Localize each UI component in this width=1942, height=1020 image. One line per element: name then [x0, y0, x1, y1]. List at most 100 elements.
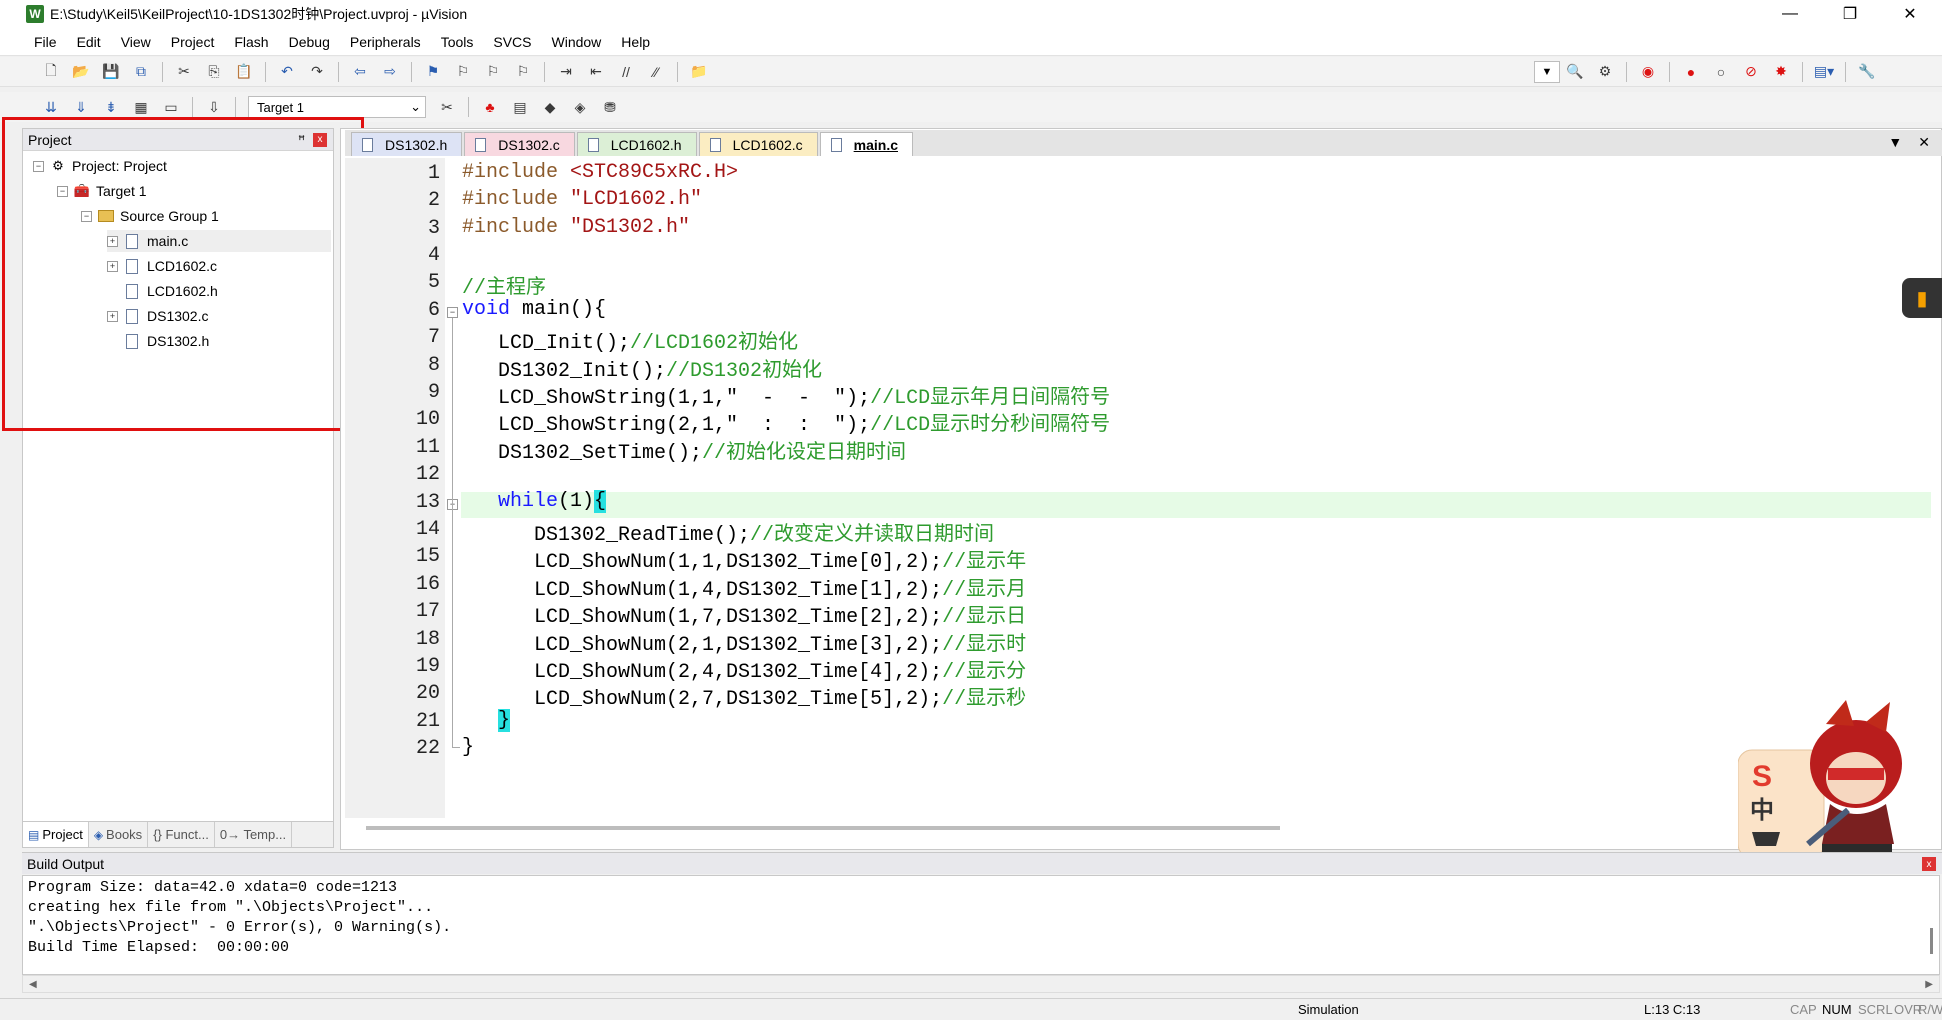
books-icon: ◈	[93, 827, 104, 842]
cut-icon[interactable]: ✂	[173, 61, 195, 83]
tab-ds1302-h[interactable]: DS1302.h	[351, 132, 463, 156]
build-output-horizontal-scrollbar[interactable]: ◀ ▶	[22, 975, 1940, 993]
maximize-button[interactable]: ❐	[1820, 0, 1880, 28]
toolbar-separator	[544, 61, 545, 82]
menu-edit[interactable]: Edit	[67, 31, 111, 53]
tab-lcd1602-c[interactable]: LCD1602.c	[698, 132, 818, 156]
target-options-icon[interactable]: ✂	[436, 96, 458, 118]
tab-books[interactable]: ◈ Books	[89, 822, 149, 847]
configure-icon[interactable]: 🔧	[1856, 61, 1878, 83]
tab-main-c[interactable]: main.c	[819, 132, 913, 156]
start-debug-icon[interactable]: ◉	[1637, 61, 1659, 83]
navigate-back-icon[interactable]: ⇦	[349, 61, 371, 83]
tab-functions[interactable]: {} Funct...	[148, 822, 215, 847]
pack-installer-icon[interactable]: ⛃	[599, 96, 621, 118]
target-select[interactable]: Target 1 ⌄	[248, 96, 426, 118]
build-output-vertical-scrollbar[interactable]	[1930, 928, 1933, 954]
code-area[interactable]	[461, 158, 1931, 818]
find-in-files-icon[interactable]: 📁	[688, 61, 710, 83]
manage-project-items-icon[interactable]: ♣	[479, 96, 501, 118]
build-output-line: Program Size: data=42.0 xdata=0 code=121…	[28, 879, 398, 896]
clear-bookmarks-icon[interactable]: ⚐	[512, 61, 534, 83]
incremental-find-icon[interactable]: ⚙	[1594, 61, 1616, 83]
code-line: #include "DS1302.h"	[462, 216, 691, 239]
floating-tool-icon[interactable]: ▮	[1902, 278, 1942, 318]
tab-lcd1602-h[interactable]: LCD1602.h	[576, 132, 697, 156]
code-line: //主程序	[462, 277, 547, 300]
scroll-right-icon[interactable]: ▶	[1925, 979, 1933, 990]
new-file-icon[interactable]: 🗋	[40, 61, 62, 83]
menu-project[interactable]: Project	[161, 31, 225, 53]
menu-peripherals[interactable]: Peripherals	[340, 31, 431, 53]
project-panel-tabs: ▤ Project ◈ Books {} Funct... 0→ Temp...	[23, 821, 333, 847]
file-icon	[830, 137, 842, 152]
tab-templates[interactable]: 0→ Temp...	[215, 822, 293, 847]
close-tab-icon[interactable]: ✕	[1918, 134, 1930, 151]
bookmark-icon[interactable]: ⚑	[422, 61, 444, 83]
editor-horizontal-scrollbar[interactable]	[366, 826, 1280, 830]
save-all-icon[interactable]: ⧉	[130, 61, 152, 83]
rebuild-icon[interactable]: ⇟	[100, 96, 122, 118]
build-output-panel[interactable]: Program Size: data=42.0 xdata=0 code=121…	[22, 875, 1940, 975]
manage-rte-icon[interactable]: ◆	[539, 96, 561, 118]
find-icon[interactable]: 🔍	[1564, 61, 1586, 83]
current-line-highlight	[461, 492, 1931, 518]
comment-icon[interactable]: //	[615, 61, 637, 83]
paste-icon[interactable]: 📋	[233, 61, 255, 83]
line-number: 19	[415, 655, 440, 678]
select-packs-icon[interactable]: ▤	[509, 96, 531, 118]
fold-collapse-icon[interactable]: −	[447, 307, 458, 318]
window-layout-icon[interactable]: ▤▾	[1813, 61, 1835, 83]
translate-icon[interactable]: ⇊	[40, 96, 62, 118]
redo-icon[interactable]: ↷	[306, 61, 328, 83]
line-number: 16	[415, 573, 440, 596]
code-line: LCD_ShowNum(2,7,DS1302_Time[5],2);//显示秒	[462, 688, 1027, 711]
menu-file[interactable]: File	[24, 31, 67, 53]
toolbar-separator	[411, 61, 412, 82]
menu-debug[interactable]: Debug	[279, 31, 340, 53]
find-combo-dropdown[interactable]: ▼	[1534, 60, 1560, 83]
enable-breakpoint-icon[interactable]: ○	[1710, 61, 1732, 83]
prev-bookmark-icon[interactable]: ⚐	[452, 61, 474, 83]
copy-icon[interactable]: ⎘	[203, 61, 225, 83]
insert-breakpoint-icon[interactable]: ●	[1680, 61, 1702, 83]
line-number: 7	[427, 326, 440, 349]
code-line-current: while(1){	[462, 490, 607, 513]
menu-flash[interactable]: Flash	[224, 31, 278, 53]
menu-help[interactable]: Help	[611, 31, 660, 53]
batch-build-icon[interactable]: ▦	[130, 96, 152, 118]
brace-match-highlight: }	[498, 709, 511, 732]
open-file-icon[interactable]: 📂	[70, 61, 92, 83]
close-window-button[interactable]: ✕	[1880, 0, 1940, 28]
download-icon[interactable]: ⇩	[203, 96, 225, 118]
menu-tools[interactable]: Tools	[431, 31, 484, 53]
tab-label: Project	[42, 827, 83, 842]
disable-breakpoints-icon[interactable]: ⊘	[1740, 61, 1762, 83]
uncomment-icon[interactable]: ⁄⁄	[645, 61, 667, 83]
build-icon[interactable]: ⇓	[70, 96, 92, 118]
close-panel-icon[interactable]: x	[1922, 857, 1936, 871]
menu-window[interactable]: Window	[542, 31, 612, 53]
kill-breakpoints-icon[interactable]: ✸	[1770, 61, 1792, 83]
status-bar: Simulation L:13 C:13 CAP NUM SCRL OVR R/…	[0, 998, 1942, 1020]
file-icon	[587, 137, 599, 152]
undo-icon[interactable]: ↶	[276, 61, 298, 83]
select-software-packs-icon[interactable]: ◈	[569, 96, 591, 118]
stop-build-icon[interactable]: ▭	[160, 96, 182, 118]
tab-project[interactable]: ▤ Project	[23, 822, 89, 847]
unindent-icon[interactable]: ⇤	[585, 61, 607, 83]
ime-mascot-widget[interactable]: S 中	[1738, 694, 1914, 870]
code-line: LCD_ShowNum(1,7,DS1302_Time[2],2);//显示日	[462, 606, 1027, 629]
minimize-button[interactable]: —	[1760, 0, 1820, 28]
menu-svcs[interactable]: SVCS	[483, 31, 541, 53]
code-line: LCD_ShowNum(2,1,DS1302_Time[3],2);//显示时	[462, 634, 1027, 657]
indent-icon[interactable]: ⇥	[555, 61, 577, 83]
scroll-left-icon[interactable]: ◀	[29, 979, 37, 990]
menu-view[interactable]: View	[111, 31, 161, 53]
tab-list-dropdown-icon[interactable]: ▼	[1888, 134, 1902, 151]
line-number: 14	[415, 518, 440, 541]
next-bookmark-icon[interactable]: ⚐	[482, 61, 504, 83]
tab-ds1302-c[interactable]: DS1302.c	[464, 132, 575, 156]
navigate-forward-icon[interactable]: ⇨	[379, 61, 401, 83]
save-icon[interactable]: 💾	[100, 61, 122, 83]
